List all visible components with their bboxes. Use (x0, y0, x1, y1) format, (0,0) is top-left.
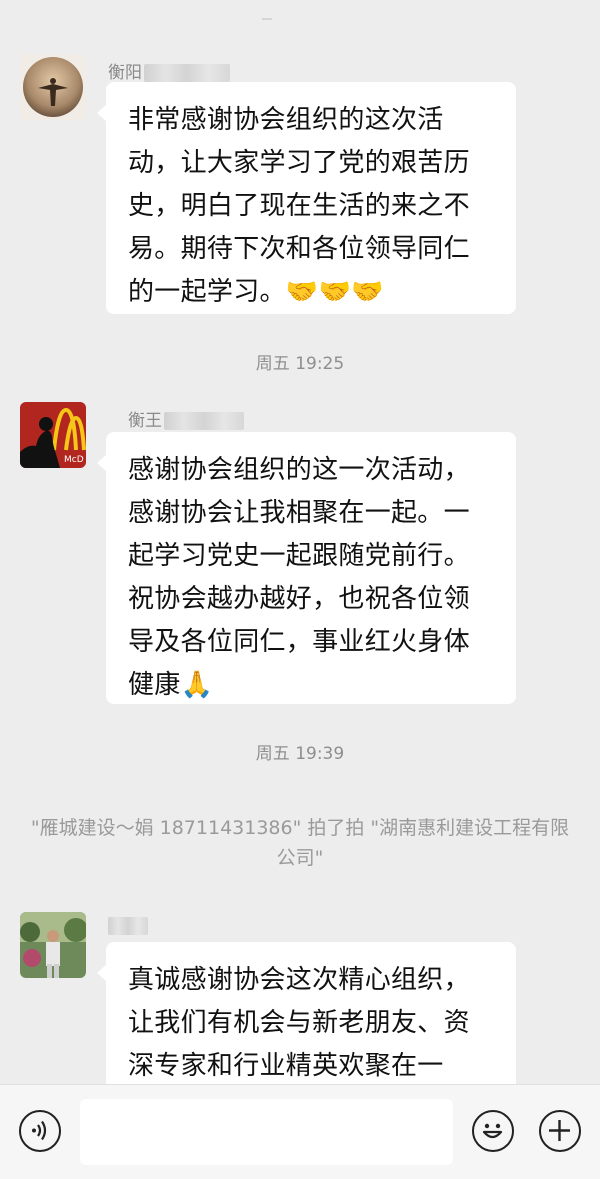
voice-button[interactable] (19, 1110, 61, 1152)
svg-text:McD: McD (64, 455, 84, 465)
avatar-image-3 (20, 912, 86, 978)
emoji-icon (482, 1123, 503, 1139)
avatar[interactable]: McD (20, 402, 86, 468)
message-text: 非常感谢协会组织的这次活动，让大家学习了党的艰苦历史，明白了现在生活的来之不易。… (128, 105, 470, 307)
voice-icon (32, 1120, 47, 1141)
message-bubble[interactable]: 真诚感谢协会这次精心组织，让我们有机会与新老朋友、资深专家和行业精英欢聚在一起， (97, 942, 516, 1084)
previous-content-marker (262, 8, 272, 20)
plus-icon (549, 1120, 570, 1141)
sender-name: 衡王 (128, 406, 244, 431)
emoji-button[interactable] (472, 1110, 514, 1152)
chat-area[interactable]: 衡阳 非常感谢协会组织的这次活动，让大家学习了党的艰苦历史，明白了现在生活的来之… (0, 0, 600, 1084)
redacted-name (164, 412, 244, 430)
chat-input-bar (0, 1084, 600, 1179)
message-text: 感谢协会组织的这一次活动，感谢协会让我相聚在一起。一起学习党史一起跟随党前行。祝… (128, 455, 470, 700)
timestamp: 周五 19:39 (255, 744, 345, 764)
redacted-name (144, 64, 230, 82)
redacted-name (108, 917, 148, 935)
timestamp: 周五 19:25 (255, 354, 345, 374)
more-button[interactable] (539, 1110, 581, 1152)
system-pat-message: "雁城建设～娟 18711431386" 拍了拍 "湖南惠利建设工程有限公司" (30, 817, 570, 869)
avatar-image-2: McD (20, 402, 86, 468)
message-text: 真诚感谢协会这次精心组织，让我们有机会与新老朋友、资深专家和行业精英欢聚在一起， (128, 965, 470, 1081)
sender-name (108, 916, 148, 936)
avatar[interactable] (20, 54, 86, 120)
sender-name: 衡阳 (108, 58, 230, 83)
avatar[interactable] (20, 912, 86, 978)
avatar-image-1 (20, 54, 86, 120)
message-bubble[interactable]: 非常感谢协会组织的这次活动，让大家学习了党的艰苦历史，明白了现在生活的来之不易。… (97, 82, 516, 314)
message-bubble[interactable]: 感谢协会组织的这一次活动，感谢协会让我相聚在一起。一起学习党史一起跟随党前行。祝… (97, 432, 516, 704)
message-input[interactable] (80, 1099, 453, 1165)
